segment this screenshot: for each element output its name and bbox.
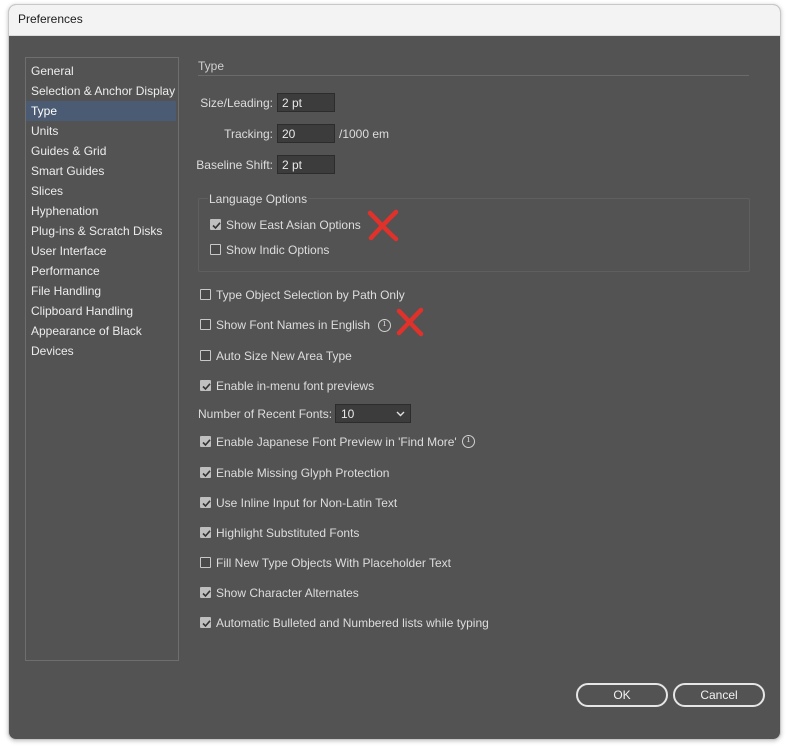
sidebar-item-general[interactable]: General bbox=[26, 61, 176, 81]
sidebar-item-devices[interactable]: Devices bbox=[26, 341, 176, 361]
inline-input-label: Use Inline Input for Non-Latin Text bbox=[216, 496, 398, 510]
show-indic-label: Show Indic Options bbox=[226, 243, 330, 257]
character-alternates-label: Show Character Alternates bbox=[216, 586, 359, 600]
info-icon[interactable]: i bbox=[462, 435, 475, 448]
type-object-selection-checkbox[interactable] bbox=[200, 289, 211, 300]
checkmark-icon bbox=[202, 500, 211, 508]
window-title: Preferences bbox=[18, 12, 83, 26]
checkmark-icon bbox=[202, 439, 211, 447]
sidebar-item-selection-anchor-display[interactable]: Selection & Anchor Display bbox=[26, 81, 176, 101]
tracking-input[interactable]: 20 bbox=[277, 124, 335, 143]
type-section-title: Type bbox=[198, 59, 225, 73]
checkmark-icon bbox=[202, 470, 211, 478]
auto-size-area-type-label: Auto Size New Area Type bbox=[216, 349, 352, 363]
placeholder-text-checkbox[interactable] bbox=[200, 557, 211, 568]
type-object-selection-label: Type Object Selection by Path Only bbox=[216, 288, 405, 302]
japanese-font-preview-label: Enable Japanese Font Preview in 'Find Mo… bbox=[216, 435, 457, 449]
info-icon[interactable]: i bbox=[378, 319, 391, 332]
tracking-label: Tracking: bbox=[224, 127, 273, 141]
in-menu-font-previews-label: Enable in-menu font previews bbox=[216, 379, 375, 393]
title-bar: Preferences bbox=[9, 5, 780, 36]
language-options-group bbox=[198, 198, 750, 272]
highlight-substituted-checkbox[interactable] bbox=[200, 527, 211, 538]
recent-fonts-label: Number of Recent Fonts: bbox=[198, 407, 333, 421]
highlight-substituted-label: Highlight Substituted Fonts bbox=[216, 526, 360, 540]
size-leading-label: Size/Leading: bbox=[200, 96, 273, 110]
sidebar-item-user-interface[interactable]: User Interface bbox=[26, 241, 176, 261]
sidebar-item-slices[interactable]: Slices bbox=[26, 181, 176, 201]
red-x-mark bbox=[367, 209, 399, 242]
sidebar-item-guides-grid[interactable]: Guides & Grid bbox=[26, 141, 176, 161]
show-east-asian-label: Show East Asian Options bbox=[226, 218, 361, 232]
sidebar-item-appearance-of-black[interactable]: Appearance of Black bbox=[26, 321, 176, 341]
preferences-window: Preferences General Selection & Anchor D… bbox=[8, 4, 781, 740]
checkmark-icon bbox=[202, 530, 211, 538]
sidebar-item-clipboard-handling[interactable]: Clipboard Handling bbox=[26, 301, 176, 321]
checkmark-icon bbox=[202, 620, 211, 628]
ok-button[interactable]: OK bbox=[576, 683, 668, 707]
show-east-asian-checkbox[interactable] bbox=[210, 219, 221, 230]
sidebar-item-hyphenation[interactable]: Hyphenation bbox=[26, 201, 176, 221]
recent-fonts-value: 10 bbox=[341, 407, 355, 421]
auto-bulleted-lists-label: Automatic Bulleted and Numbered lists wh… bbox=[216, 616, 489, 630]
cancel-button[interactable]: Cancel bbox=[673, 683, 765, 707]
baseline-shift-input[interactable]: 2 pt bbox=[277, 155, 335, 174]
sidebar-item-file-handling[interactable]: File Handling bbox=[26, 281, 176, 301]
auto-size-area-type-checkbox[interactable] bbox=[200, 350, 211, 361]
baseline-shift-label: Baseline Shift: bbox=[196, 158, 273, 172]
sidebar-item-plugins-scratch-disks[interactable]: Plug-ins & Scratch Disks bbox=[26, 221, 176, 241]
size-leading-input[interactable]: 2 pt bbox=[277, 93, 335, 112]
japanese-font-preview-checkbox[interactable] bbox=[200, 436, 211, 447]
chevron-down-icon bbox=[396, 411, 405, 417]
sidebar-item-units[interactable]: Units bbox=[26, 121, 176, 141]
recent-fonts-select[interactable]: 10 bbox=[335, 404, 411, 423]
missing-glyph-protection-label: Enable Missing Glyph Protection bbox=[216, 466, 390, 480]
section-divider bbox=[198, 75, 749, 76]
missing-glyph-protection-checkbox[interactable] bbox=[200, 467, 211, 478]
show-font-names-english-checkbox[interactable] bbox=[200, 319, 211, 330]
checkmark-icon bbox=[212, 222, 221, 230]
tracking-unit-label: /1000 em bbox=[339, 127, 390, 141]
language-options-title: Language Options bbox=[208, 192, 309, 206]
sidebar-item-smart-guides[interactable]: Smart Guides bbox=[26, 161, 176, 181]
inline-input-checkbox[interactable] bbox=[200, 497, 211, 508]
character-alternates-checkbox[interactable] bbox=[200, 587, 211, 598]
in-menu-font-previews-checkbox[interactable] bbox=[200, 380, 211, 391]
preferences-sidebar: General Selection & Anchor Display Type … bbox=[25, 57, 179, 661]
checkmark-icon bbox=[202, 590, 211, 598]
show-font-names-english-label: Show Font Names in English bbox=[216, 318, 371, 332]
auto-bulleted-lists-checkbox[interactable] bbox=[200, 617, 211, 628]
sidebar-item-type[interactable]: Type bbox=[26, 101, 176, 121]
sidebar-item-performance[interactable]: Performance bbox=[26, 261, 176, 281]
show-indic-checkbox[interactable] bbox=[210, 244, 221, 255]
placeholder-text-label: Fill New Type Objects With Placeholder T… bbox=[216, 556, 451, 570]
red-x-mark bbox=[396, 307, 424, 337]
checkmark-icon bbox=[202, 383, 211, 391]
